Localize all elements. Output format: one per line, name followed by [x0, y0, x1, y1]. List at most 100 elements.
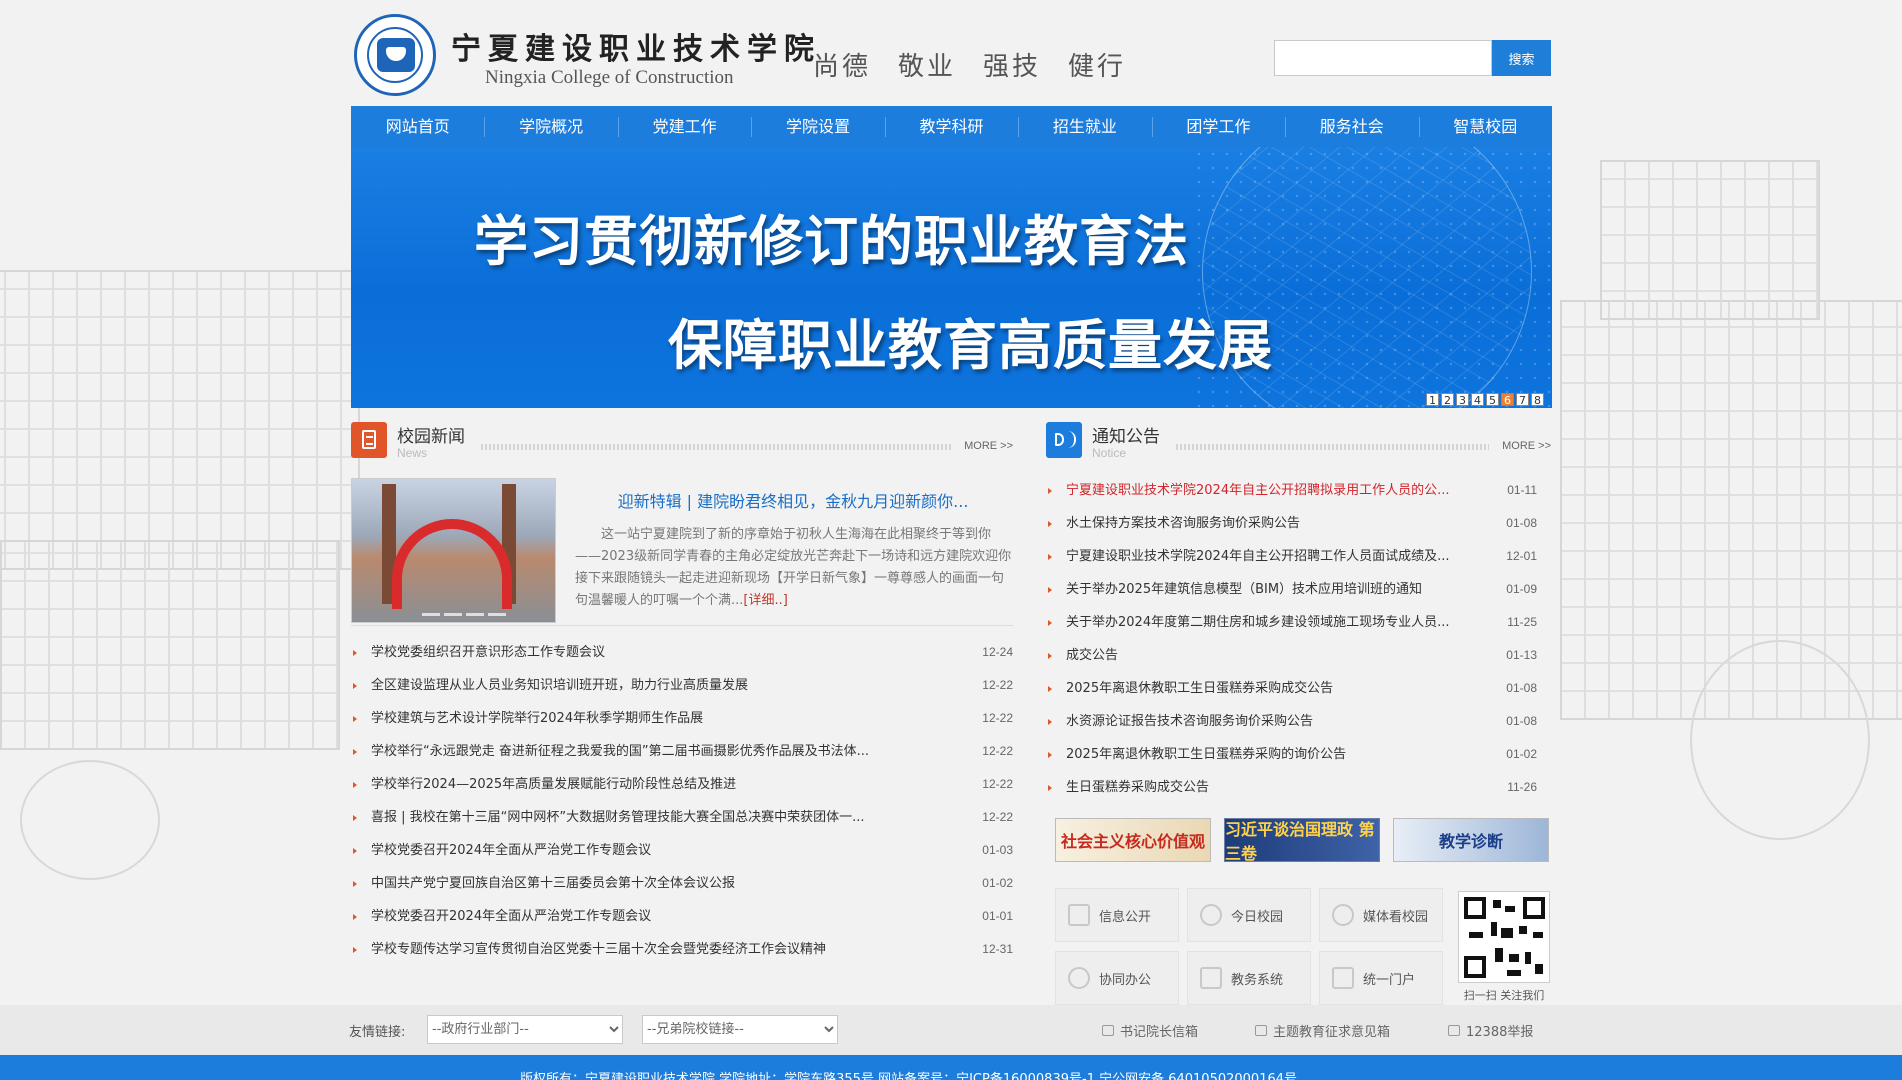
banner-page-button[interactable]: 3: [1456, 393, 1469, 407]
news-link[interactable]: 学校专题传达学习宣传贯彻自治区党委十三届十次全会暨党委经济工作会议精神: [371, 933, 959, 966]
news-link[interactable]: 学校建筑与艺术设计学院举行2024年秋季学期师生作品展: [371, 702, 959, 735]
notice-title: 通知公告: [1092, 427, 1160, 447]
notice-link[interactable]: 2025年离退休教职工生日蛋糕券采购成交公告: [1066, 672, 1479, 705]
document-icon: [1068, 904, 1090, 926]
nav-party[interactable]: 党建工作: [617, 106, 751, 147]
motto: 敬业: [898, 52, 957, 82]
nav-smart-campus[interactable]: 智慧校园: [1418, 106, 1552, 147]
banner-page-button[interactable]: 4: [1471, 393, 1484, 407]
news-link[interactable]: 全区建设监理从业人员业务知识培训班开班，助力行业高质量发展: [371, 669, 959, 702]
banner-page-button[interactable]: 6: [1501, 393, 1514, 407]
notice-link[interactable]: 宁夏建设职业技术学院2024年自主公开招聘工作人员面试成绩及...: [1066, 540, 1479, 573]
opinion-box-link[interactable]: 主题教育征求意见箱: [1255, 1021, 1390, 1040]
news-link[interactable]: 学校党委召开2024年全面从严治党工作专题会议: [371, 834, 959, 867]
list-icon: [1332, 967, 1354, 989]
list-item: 学校党委召开2024年全面从严治党工作专题会议 01-01: [351, 900, 1013, 933]
news-title: 校园新闻: [397, 427, 465, 447]
wechat-qr-code: [1458, 891, 1550, 983]
main-nav: 网站首页 学院概况 党建工作 学院设置 教学科研 招生就业 团学工作 服务社会 …: [351, 106, 1552, 147]
search-box: 搜索: [1274, 40, 1551, 76]
news-link[interactable]: 中国共产党宁夏回族自治区第十三届委员会第十次全体会议公报: [371, 867, 959, 900]
news-link[interactable]: 学校党委召开2024年全面从严治党工作专题会议: [371, 900, 959, 933]
list-item: 学校党委召开2024年全面从严治党工作专题会议 01-03: [351, 834, 1013, 867]
quick-link-info-disclosure[interactable]: 信息公开: [1055, 888, 1179, 942]
banner-page-button[interactable]: 5: [1486, 393, 1499, 407]
notice-date: 01-02: [1506, 747, 1537, 761]
news-date: 12-22: [982, 744, 1013, 758]
featured-news: 迎新特辑 | 建院盼君终相见，金秋九月迎新颜你... 这一站宁夏建院到了新的序章…: [351, 476, 1013, 626]
notice-link[interactable]: 关于举办2025年建筑信息模型（BIM）技术应用培训班的通知: [1066, 573, 1479, 606]
banner-pager: 1 2 3 4 5 6 7 8: [1426, 393, 1544, 407]
notice-link[interactable]: 成交公告: [1066, 639, 1479, 672]
banner-page-button[interactable]: 2: [1441, 393, 1454, 407]
friend-links-bar: 友情链接: --政府行业部门-- --兄弟院校链接-- 书记院长信箱 主题教育征…: [0, 1005, 1902, 1055]
list-item: 学校举行“永远跟党走 奋进新征程之我爱我的国”第二届书画摄影优秀作品展及书法体.…: [351, 735, 1013, 768]
college-mottos: 尚德 敬业 强技 健行: [813, 46, 1126, 83]
news-link[interactable]: 学校举行“永远跟党走 奋进新征程之我爱我的国”第二届书画摄影优秀作品展及书法体.…: [371, 735, 959, 768]
gov-links-select[interactable]: --政府行业部门--: [427, 1015, 623, 1044]
notice-link[interactable]: 2025年离退休教职工生日蛋糕券采购的询价公告: [1066, 738, 1479, 771]
list-item: 学校党委组织召开意识形态工作专题会议 12-24: [351, 636, 1013, 669]
banner-page-button[interactable]: 7: [1516, 393, 1529, 407]
quick-link-portal[interactable]: 统一门户: [1319, 951, 1443, 1005]
nav-departments[interactable]: 学院设置: [751, 106, 884, 147]
notice-more-link[interactable]: MORE >>: [1502, 440, 1551, 452]
mailbox-link[interactable]: 书记院长信箱: [1102, 1021, 1198, 1040]
quick-link-today-campus[interactable]: 今日校园: [1187, 888, 1311, 942]
notice-link[interactable]: 水资源论证报告技术咨询服务询价采购公告: [1066, 705, 1479, 738]
news-date: 12-31: [982, 942, 1013, 956]
list-item: 2025年离退休教职工生日蛋糕券采购的询价公告 01-02: [1046, 738, 1551, 771]
featured-news-photo[interactable]: [351, 478, 556, 623]
promo-teaching-diagnosis[interactable]: 教学诊断: [1393, 818, 1549, 862]
banner-line-2: 保障职业教育高质量发展: [668, 313, 1273, 377]
search-button[interactable]: 搜索: [1492, 40, 1551, 76]
quick-link-media[interactable]: 媒体看校园: [1319, 888, 1443, 942]
qr-caption: 扫一扫 关注我们: [1463, 989, 1545, 1002]
mail-icon: [1102, 1025, 1114, 1036]
news-link[interactable]: 学校党委组织召开意识形态工作专题会议: [371, 636, 959, 669]
banner-page-button[interactable]: 8: [1531, 393, 1544, 407]
speaker-icon: [1046, 422, 1082, 458]
news-list: 学校党委组织召开意识形态工作专题会议 12-24 全区建设监理从业人员业务知识培训…: [351, 636, 1013, 966]
notice-link[interactable]: 生日蛋糕券采购成交公告: [1066, 771, 1479, 804]
search-input[interactable]: [1274, 40, 1492, 76]
report-link[interactable]: 12388举报: [1448, 1021, 1533, 1040]
globe-icon: [1200, 904, 1222, 926]
list-item: 2025年离退休教职工生日蛋糕券采购成交公告 01-08: [1046, 672, 1551, 705]
news-link[interactable]: 学校举行2024—2025年高质量发展赋能行动阶段性总结及推进: [371, 768, 959, 801]
notice-link[interactable]: 关于举办2024年度第二期住房和城乡建设领域施工现场专业人员...: [1066, 606, 1479, 639]
motto: 健行: [1068, 52, 1127, 82]
hero-banner[interactable]: 学习贯彻新修订的职业教育法 保障职业教育高质量发展 1 2 3 4 5 6 7 …: [351, 147, 1552, 408]
notice-link[interactable]: 水土保持方案技术咨询服务询价采购公告: [1066, 507, 1479, 540]
banner-page-button[interactable]: 1: [1426, 393, 1439, 407]
quick-link-office[interactable]: 协同办公: [1055, 951, 1179, 1005]
news-document-icon: [351, 422, 387, 458]
notice-header: 通知公告 Notice MORE >>: [1046, 422, 1551, 476]
banner-line-1: 学习贯彻新修订的职业教育法: [474, 209, 1189, 273]
featured-news-detail-link[interactable]: [详细..]: [743, 593, 787, 608]
school-links-select[interactable]: --兄弟院校链接--: [642, 1015, 838, 1044]
quick-link-academic-system[interactable]: 教务系统: [1187, 951, 1311, 1005]
news-section: 校园新闻 News MORE >> 迎新特辑 | 建院盼君终相见，金秋九月迎新颜…: [351, 408, 1013, 966]
nav-youth[interactable]: 团学工作: [1151, 106, 1285, 147]
news-link[interactable]: 喜报 | 我校在第十三届“网中网杯”大数据财务管理技能大赛全国总决赛中荣获团体一…: [371, 801, 959, 834]
college-seal-logo[interactable]: [354, 14, 436, 96]
promo-banners: 社会主义核心价值观 习近平谈治国理政 第三卷 教学诊断: [1046, 818, 1551, 863]
footer-copyright: 版权所有：宁夏建设职业技术学院 学院地址：学院东路355号 网站备案号：宁ICP…: [520, 1072, 1298, 1080]
nav-about[interactable]: 学院概况: [484, 106, 617, 147]
nav-home[interactable]: 网站首页: [351, 106, 484, 147]
quick-links: 信息公开 今日校园 媒体看校园 协同办公 教务系统 统一门户 扫一扫 关注我们: [1046, 888, 1551, 1018]
news-date: 01-03: [982, 843, 1013, 857]
featured-news-title[interactable]: 迎新特辑 | 建院盼君终相见，金秋九月迎新颜你...: [578, 488, 1008, 512]
promo-governance-book[interactable]: 习近平谈治国理政 第三卷: [1224, 818, 1380, 863]
news-more-link[interactable]: MORE >>: [964, 440, 1013, 452]
nav-social-service[interactable]: 服务社会: [1285, 106, 1418, 147]
list-item: 关于举办2025年建筑信息模型（BIM）技术应用培训班的通知 01-09: [1046, 573, 1551, 606]
promo-core-values[interactable]: 社会主义核心价值观: [1055, 818, 1211, 862]
notice-link[interactable]: 宁夏建设职业技术学院2024年自主公开招聘拟录用工作人员的公...: [1066, 474, 1479, 507]
list-item: 全区建设监理从业人员业务知识培训班开班，助力行业高质量发展 12-22: [351, 669, 1013, 702]
nav-admissions[interactable]: 招生就业: [1018, 106, 1151, 147]
notice-date: 11-25: [1507, 615, 1537, 629]
list-item: 成交公告 01-13: [1046, 639, 1551, 672]
nav-research[interactable]: 教学科研: [884, 106, 1018, 147]
